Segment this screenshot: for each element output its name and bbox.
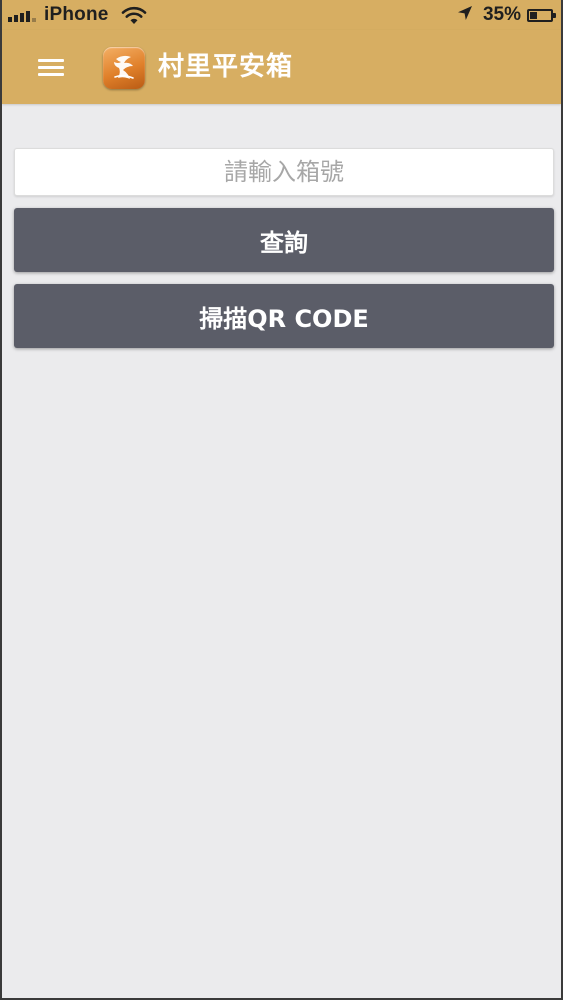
status-bar: iPhone 35% bbox=[2, 0, 561, 30]
status-right: 35% bbox=[457, 4, 556, 26]
app-bar: 村里平安箱 bbox=[2, 30, 561, 104]
scan-qr-code-button[interactable]: 掃描QR CODE bbox=[14, 284, 554, 348]
signal-bars-icon bbox=[8, 8, 36, 22]
phone-screen: iPhone 35% 村里平安箱 請輸入箱號 查詢 掃描QR CODE bbox=[0, 0, 563, 1000]
box-number-input[interactable] bbox=[14, 148, 554, 196]
status-left: iPhone bbox=[8, 4, 147, 26]
battery-percent: 35% bbox=[482, 4, 521, 25]
carrier-name: iPhone bbox=[44, 4, 109, 25]
wifi-icon bbox=[121, 6, 147, 25]
location-arrow-icon bbox=[457, 5, 473, 26]
app-title: 村里平安箱 bbox=[158, 52, 294, 82]
query-button[interactable]: 查詢 bbox=[14, 208, 554, 272]
app-logo-icon bbox=[103, 47, 145, 89]
battery-level-fill bbox=[530, 11, 537, 19]
battery-icon bbox=[527, 8, 556, 22]
hamburger-menu-icon[interactable] bbox=[38, 57, 66, 77]
